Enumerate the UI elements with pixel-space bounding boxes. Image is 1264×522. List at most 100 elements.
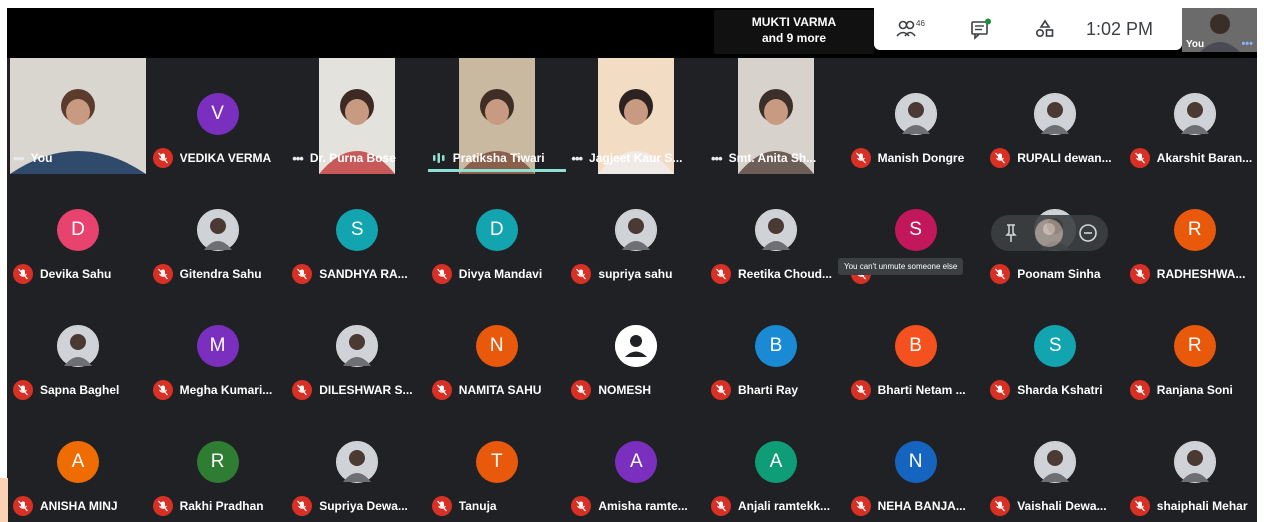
participant-tile[interactable]: Vaishali Dewa... <box>986 406 1124 520</box>
participant-tile[interactable]: N NEHA BANJA... <box>847 406 985 520</box>
mic-off-icon <box>152 264 173 284</box>
participant-name-row: Devika Sahu <box>13 264 145 284</box>
mic-off-icon <box>431 380 452 400</box>
chat-icon[interactable] <box>970 18 992 40</box>
participant-tile[interactable]: Manish Dongre <box>847 58 985 172</box>
remove-icon[interactable] <box>1079 224 1097 242</box>
participant-name: Akarshit Baran... <box>1156 151 1253 165</box>
avatar-photo <box>336 325 379 367</box>
participant-tile[interactable]: RUPALI dewan... <box>986 58 1124 172</box>
participant-tile[interactable]: A Amisha ramte... <box>567 406 705 520</box>
participant-tile[interactable]: R Rakhi Pradhan <box>149 406 287 520</box>
participant-tile[interactable]: S Sharda Kshatri <box>986 290 1124 404</box>
participant-tile[interactable]: A ANISHA MINJ <box>9 406 147 520</box>
participant-tile[interactable]: ••• Jagjeet Kaur S... <box>567 58 705 174</box>
participant-tile[interactable]: Akarshit Baran... <box>1126 58 1257 172</box>
participant-tile[interactable]: ••• Dr. Purna Bose <box>288 58 426 174</box>
mic-off-icon <box>990 496 1011 516</box>
participant-name: shaiphali Mehar <box>1156 499 1248 513</box>
participant-tile[interactable]: B Bharti Netam ... <box>847 290 985 404</box>
participant-name: Poonam Sinha <box>1017 267 1101 281</box>
participant-tile[interactable]: NOMESH <box>567 290 705 404</box>
participant-tile[interactable]: Sapna Baghel <box>9 290 147 404</box>
active-speaker-label: MUKTI VARMA and 9 more <box>714 10 874 54</box>
participant-name-row: Megha Kumari... <box>152 380 285 400</box>
participant-name-row: Reetika Choud... <box>711 264 843 284</box>
avatar-letter: M <box>196 325 239 367</box>
participant-tile[interactable]: DILESHWAR S... <box>288 290 426 404</box>
avatar-photo <box>755 209 797 251</box>
participant-tile[interactable]: R Ranjana Soni <box>1126 290 1257 404</box>
more-options-icon[interactable]: ••• <box>1241 38 1253 50</box>
participant-name: Devika Sahu <box>40 267 112 281</box>
avatar-photo <box>336 441 379 483</box>
activities-icon[interactable] <box>1034 18 1056 40</box>
mic-off-icon <box>292 264 313 284</box>
mic-off-icon <box>431 264 452 284</box>
avatar-photo <box>1034 93 1077 135</box>
participant-tile[interactable]: Pratiksha Tiwari <box>427 58 566 174</box>
mic-off-icon <box>292 380 313 400</box>
participant-name-row: Gitendra Sahu <box>152 264 285 284</box>
participant-name-row: DILESHWAR S... <box>292 380 424 400</box>
participant-name: Gitendra Sahu <box>179 267 262 281</box>
participant-tile[interactable]: supriya sahu <box>567 174 705 288</box>
avatar-letter: A <box>615 441 658 483</box>
participant-name-row: Anjali ramtekk... <box>711 496 843 516</box>
participant-tile[interactable]: V VEDIKA VERMA <box>149 58 287 172</box>
mic-off-icon <box>571 380 592 400</box>
participant-tile[interactable]: Gitendra Sahu <box>149 174 287 288</box>
meeting-window: MUKTI VARMA and 9 more 46 1:02 PM You ••… <box>7 8 1257 522</box>
participant-tile[interactable]: Reetika Choud... <box>707 174 845 288</box>
participant-name: Supriya Dewa... <box>319 499 408 513</box>
participant-tile[interactable]: ••• You <box>9 58 147 174</box>
participant-name-row: Divya Mandavi <box>431 264 564 284</box>
mic-off-icon <box>850 380 871 400</box>
participant-tile[interactable]: A Anjali ramtekk... <box>707 406 845 520</box>
participant-tile[interactable]: ••• Smt. Anita Sh... <box>707 58 845 174</box>
mic-off-icon <box>711 496 731 516</box>
participant-tile[interactable]: S SANDHYA RA... <box>288 174 426 288</box>
participant-tile[interactable]: M Megha Kumari... <box>149 290 287 404</box>
avatar-letter: B <box>755 325 797 367</box>
more-options-icon[interactable]: ••• <box>13 151 25 166</box>
people-icon[interactable]: 46 <box>896 18 925 40</box>
participant-tile[interactable]: R RADHESHWA... <box>1126 174 1257 288</box>
more-options-icon[interactable]: ••• <box>292 151 304 166</box>
participant-name-row: NAMITA SAHU <box>431 380 564 400</box>
pin-icon[interactable] <box>1005 224 1017 242</box>
participant-name: RADHESHWA... <box>1156 267 1246 281</box>
participant-name-row: SANDHYA RA... <box>292 264 424 284</box>
more-options-icon[interactable]: ••• <box>571 151 583 166</box>
participant-name: RUPALI dewan... <box>1017 151 1112 165</box>
participant-name: Bharti Ray <box>738 383 799 397</box>
participant-name-row: Vaishali Dewa... <box>990 496 1122 516</box>
mic-off-icon <box>571 496 592 516</box>
mic-off-icon <box>990 148 1011 168</box>
participant-name: Ranjana Soni <box>1156 383 1233 397</box>
unmute-tooltip: You can't unmute someone else <box>838 258 964 275</box>
avatar-photo <box>894 93 937 135</box>
svg-text:46: 46 <box>916 19 925 28</box>
participant-name: NAMITA SAHU <box>458 383 542 397</box>
participant-name-row: supriya sahu <box>571 264 703 284</box>
participant-name: Amisha ramte... <box>598 499 688 513</box>
avatar-letter: R <box>1173 325 1216 367</box>
self-view-thumbnail[interactable]: You ••• <box>1182 8 1257 52</box>
participant-name-row: RUPALI dewan... <box>990 148 1122 168</box>
participant-name-row: VEDIKA VERMA <box>152 148 285 168</box>
participant-name: Anjali ramtekk... <box>738 499 831 513</box>
participant-name-row: Ranjana Soni <box>1129 380 1257 400</box>
participant-tile[interactable]: shaiphali Mehar <box>1126 406 1257 520</box>
avatar-photo <box>1034 441 1077 483</box>
participant-name-row: RADHESHWA... <box>1129 264 1257 284</box>
participant-tile[interactable]: B Bharti Ray <box>707 290 845 404</box>
participant-tile[interactable]: T Tanuja <box>428 406 566 520</box>
participant-tile[interactable]: D Divya Mandavi <box>428 174 566 288</box>
participant-tile[interactable]: D Devika Sahu <box>9 174 147 288</box>
mic-off-icon <box>13 496 33 516</box>
more-options-icon[interactable]: ••• <box>711 151 723 166</box>
tile-hover-controls[interactable] <box>991 215 1108 251</box>
participant-tile[interactable]: Supriya Dewa... <box>288 406 426 520</box>
participant-tile[interactable]: N NAMITA SAHU <box>428 290 566 404</box>
